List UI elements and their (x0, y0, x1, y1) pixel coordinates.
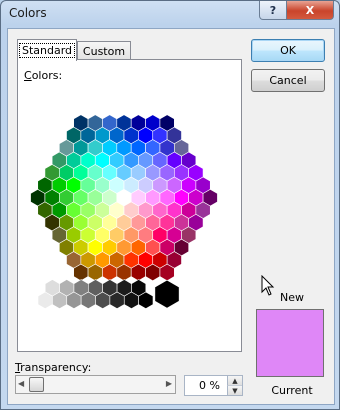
window-title: Colors (9, 6, 47, 20)
color-palette[interactable] (30, 113, 218, 325)
tab-standard[interactable]: Standard (17, 39, 77, 61)
spin-down-button[interactable]: ▼ (227, 386, 242, 395)
help-button[interactable]: ? (259, 1, 287, 20)
ok-button-label: OK (280, 44, 296, 57)
spin-up-button[interactable]: ▲ (227, 376, 242, 386)
title-bar[interactable]: Colors ? X (1, 1, 339, 25)
tab-custom[interactable]: Custom (77, 41, 131, 60)
slider-thumb[interactable] (29, 377, 44, 392)
colors-label: Colors: (24, 69, 63, 82)
cancel-button-label: Cancel (269, 74, 307, 87)
down-arrow-icon: ▼ (232, 386, 238, 395)
help-icon: ? (269, 3, 277, 17)
close-icon: X (305, 3, 315, 17)
cancel-button[interactable]: Cancel (251, 69, 325, 92)
slider-right-arrow-icon[interactable]: ▶ (166, 379, 172, 388)
transparency-label: Transparency: (15, 361, 92, 374)
up-arrow-icon: ▲ (232, 376, 238, 385)
transparency-value-field[interactable]: 0 % ▲ ▼ (184, 375, 243, 396)
slider-left-arrow-icon[interactable]: ◀ (18, 379, 24, 388)
transparency-value-text: 0 % (199, 379, 220, 392)
current-color-label: Current (271, 384, 313, 397)
dialog-body: Standard Custom Colors: OK Cancel New Cu… (7, 28, 335, 405)
ok-button[interactable]: OK (251, 39, 325, 62)
color-preview-swatch (256, 309, 324, 377)
close-button[interactable]: X (286, 1, 334, 20)
tab-standard-label: Standard (18, 43, 76, 58)
palette-black-swatch[interactable] (154, 279, 180, 309)
tab-custom-label: Custom (82, 44, 126, 58)
new-color-label: New (280, 291, 304, 304)
colors-dialog: Colors ? X Standard Custom Colors: OK Ca… (0, 0, 340, 410)
transparency-slider[interactable]: ◀ ▶ (15, 375, 176, 394)
